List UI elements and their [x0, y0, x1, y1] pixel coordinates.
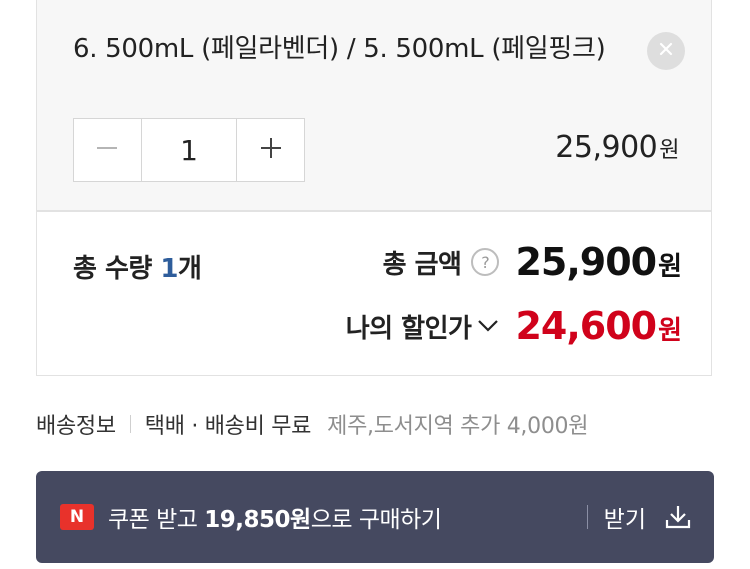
minus-icon [95, 136, 119, 164]
option-price-number: 25,900 [555, 130, 658, 165]
shipping-method: 택배 · 배송비 무료 [144, 414, 312, 439]
remove-option-button[interactable] [647, 32, 685, 70]
discount-price-row[interactable]: 나의 할인가 24,600원 [346, 304, 682, 348]
total-quantity-label: 총 수량 [73, 254, 161, 284]
total-quantity: 총 수량 1개 [73, 248, 202, 285]
total-price-row: 총 금액 ? 25,900원 [382, 240, 682, 284]
selected-option-card: 6. 500mL (페일라벤더) / 5. 500mL (페일핑크) 1 25,… [36, 0, 712, 211]
total-quantity-value: 1 [160, 254, 178, 284]
increase-quantity-button[interactable] [237, 119, 304, 181]
option-title: 6. 500mL (페일라벤더) / 5. 500mL (페일핑크) [73, 34, 606, 64]
chevron-down-icon[interactable] [477, 319, 499, 333]
coupon-amount: 19,850원 [204, 507, 311, 533]
shipping-info: 배송정보 택배 · 배송비 무료 제주,도서지역 추가 4,000원 [36, 408, 588, 440]
total-price-label: 총 금액 [382, 249, 462, 280]
total-price: 25,900원 [515, 240, 682, 284]
decrease-quantity-button[interactable] [74, 119, 141, 181]
discount-price-label[interactable]: 나의 할인가 [346, 308, 472, 345]
question-icon[interactable]: ? [471, 248, 500, 276]
total-price-unit: 원 [658, 252, 682, 282]
total-price-number: 25,900 [515, 240, 657, 284]
plus-icon [259, 136, 283, 164]
order-summary: 총 수량 1개 총 금액 ? 25,900원 나의 할인가 24,600원 [36, 211, 712, 376]
coupon-download-banner[interactable]: N 쿠폰 받고 19,850원으로 구매하기 받기 [36, 471, 714, 563]
naver-badge-icon: N [60, 504, 94, 530]
total-quantity-unit: 개 [177, 254, 202, 284]
coupon-suffix: 으로 구매하기 [310, 507, 442, 533]
quantity-stepper: 1 [73, 118, 305, 182]
discount-price-number: 24,600 [515, 304, 657, 348]
option-price: 25,900원 [555, 130, 679, 165]
coupon-message: 쿠폰 받고 19,850원으로 구매하기 [108, 500, 442, 534]
close-icon [658, 41, 674, 61]
shipping-divider [129, 415, 131, 433]
coupon-divider [586, 505, 588, 529]
quantity-input[interactable]: 1 [140, 119, 238, 181]
shipping-label: 배송정보 [36, 414, 116, 439]
option-price-unit: 원 [659, 138, 679, 163]
coupon-receive-button[interactable]: 받기 [586, 471, 714, 563]
download-icon[interactable] [664, 503, 692, 531]
receive-label[interactable]: 받기 [604, 500, 646, 534]
shipping-extra-note: 제주,도서지역 추가 4,000원 [327, 414, 589, 439]
discount-price-unit: 원 [658, 316, 682, 346]
discount-price: 24,600원 [515, 304, 682, 348]
coupon-prefix: 쿠폰 받고 [108, 507, 205, 533]
